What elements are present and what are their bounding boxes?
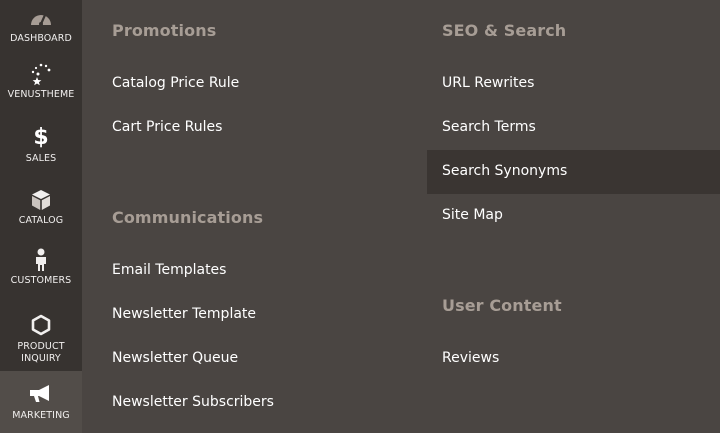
box-icon	[30, 188, 52, 212]
link-site-map[interactable]: Site Map	[442, 207, 503, 223]
megaphone-icon	[29, 382, 53, 406]
sidebar-item-label: VENUSTHEME	[7, 89, 75, 100]
sidebar-item-label: MARKETING	[12, 410, 70, 421]
link-catalog-price-rule[interactable]: Catalog Price Rule	[112, 75, 239, 91]
link-url-rewrites[interactable]: URL Rewrites	[442, 75, 534, 91]
sidebar-item-customers[interactable]: CUSTOMERS	[0, 248, 82, 292]
link-email-templates[interactable]: Email Templates	[112, 262, 226, 278]
link-search-synonyms[interactable]: Search Synonyms	[442, 163, 567, 179]
sidebar-item-sales[interactable]: $ SALES	[0, 126, 82, 168]
sidebar-item-label-line2: INQUIRY	[21, 353, 61, 364]
sidebar-item-label: DASHBOARD	[10, 33, 72, 44]
sidebar-item-venustheme[interactable]: VENUSTHEME	[0, 62, 82, 106]
hexagon-icon	[30, 313, 52, 337]
admin-sidebar: DASHBOARD VENUSTHEME $ SALES CATALOG CUS…	[0, 0, 82, 433]
section-title-user-content: User Content	[442, 296, 562, 315]
link-reviews[interactable]: Reviews	[442, 350, 499, 366]
link-newsletter-queue[interactable]: Newsletter Queue	[112, 350, 238, 366]
dashboard-icon	[29, 6, 53, 30]
person-icon	[33, 248, 49, 272]
admin-menu-screen: DASHBOARD VENUSTHEME $ SALES CATALOG CUS…	[0, 0, 720, 433]
section-title-communications: Communications	[112, 208, 264, 227]
link-search-terms[interactable]: Search Terms	[442, 119, 536, 135]
section-title-seo-search: SEO & Search	[442, 21, 567, 40]
sidebar-item-dashboard[interactable]: DASHBOARD	[0, 6, 82, 50]
sidebar-item-label: SALES	[25, 153, 57, 164]
sidebar-item-label: CUSTOMERS	[10, 275, 72, 286]
section-title-promotions: Promotions	[112, 21, 217, 40]
dollar-icon: $	[33, 125, 49, 150]
stars-icon	[28, 62, 54, 86]
sidebar-item-label: CATALOG	[18, 215, 64, 226]
link-cart-price-rules[interactable]: Cart Price Rules	[112, 119, 222, 135]
sidebar-item-label-line1: PRODUCT	[17, 341, 65, 352]
link-newsletter-template[interactable]: Newsletter Template	[112, 306, 256, 322]
sidebar-item-catalog[interactable]: CATALOG	[0, 188, 82, 230]
link-newsletter-subscribers[interactable]: Newsletter Subscribers	[112, 394, 274, 410]
sidebar-item-product-inquiry[interactable]: PRODUCT INQUIRY	[0, 313, 82, 369]
marketing-flyout-menu: Promotions Catalog Price Rule Cart Price…	[82, 0, 720, 433]
sidebar-item-marketing[interactable]: MARKETING	[0, 371, 82, 433]
